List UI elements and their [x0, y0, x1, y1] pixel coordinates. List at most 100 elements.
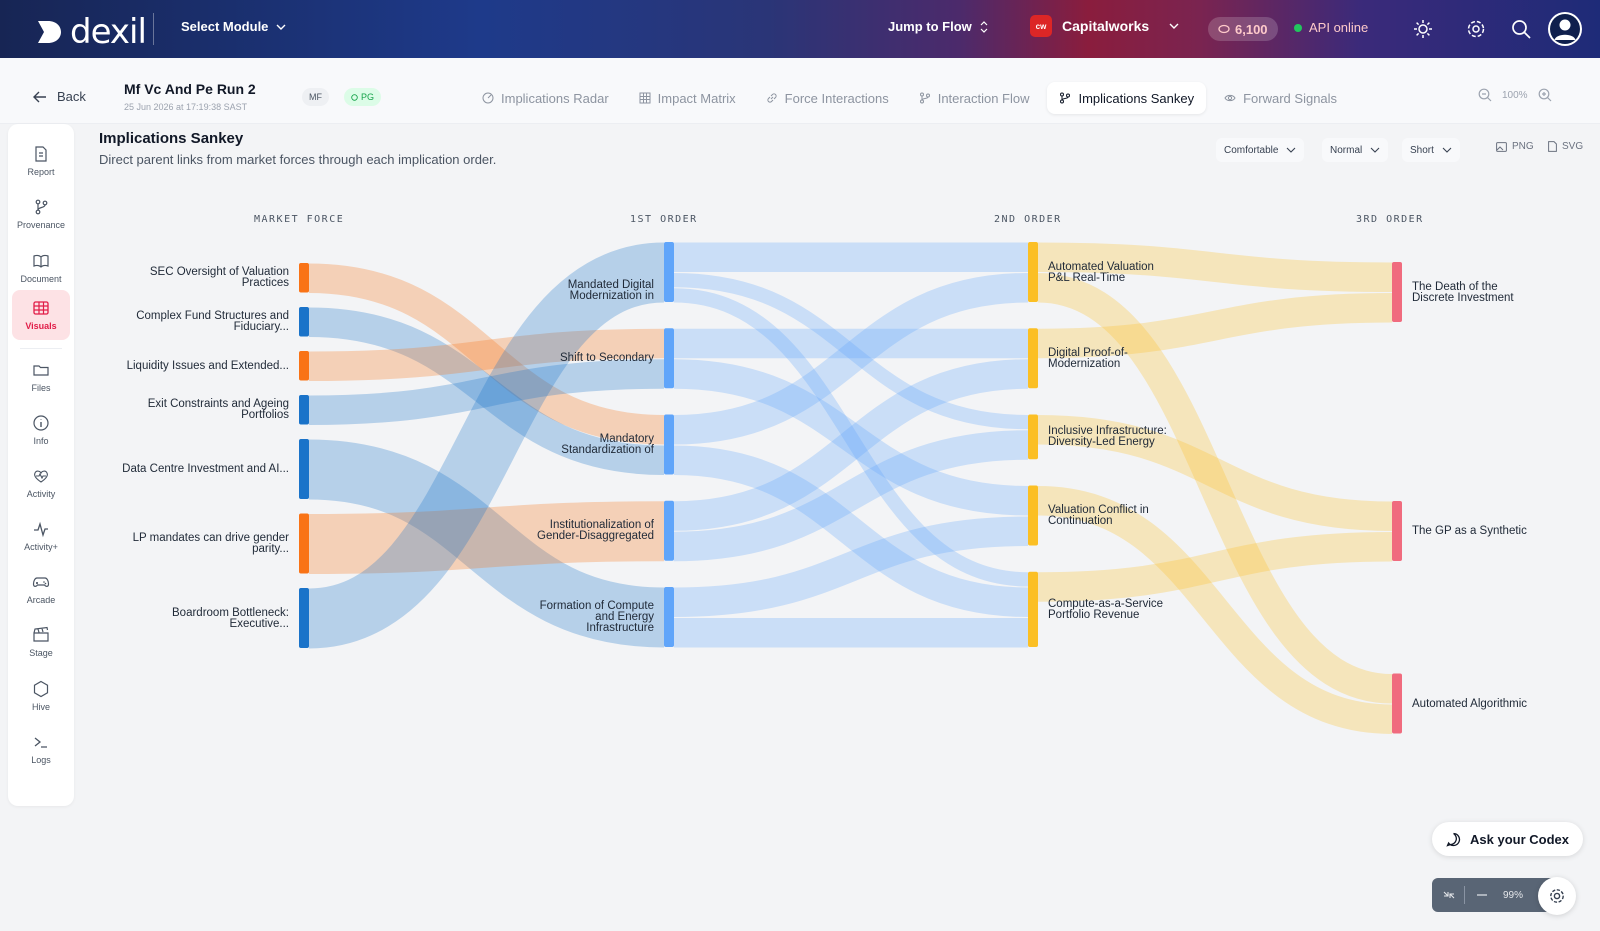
jump-to-flow-label: Jump to Flow: [888, 19, 972, 34]
sankey-node-s1[interactable]: [1028, 242, 1038, 302]
tab-implications-sankey[interactable]: Implications Sankey: [1047, 82, 1207, 114]
sidebar-item-activity[interactable]: Activity+: [12, 511, 70, 561]
sankey-node-m5[interactable]: [299, 439, 309, 499]
document-icon: [33, 254, 49, 268]
sidebar-item-provenance[interactable]: Provenance: [12, 189, 70, 239]
sankey-node-label-m4: Exit Constraints and Ageing Portfolios: [147, 398, 289, 422]
size-dropdown[interactable]: Normal: [1322, 138, 1389, 162]
sidebar-item-arcade[interactable]: Arcade: [12, 564, 70, 614]
sankey-node-f4[interactable]: [664, 500, 674, 561]
sidebar-item-hive[interactable]: Hive: [12, 671, 70, 721]
folder-icon: [33, 365, 49, 376]
fit-screen-icon[interactable]: [1434, 888, 1464, 902]
sankey-node-s2[interactable]: [1028, 328, 1038, 389]
export-svg-button[interactable]: SVG: [1548, 141, 1583, 152]
sidebar-item-label: Visuals: [25, 321, 57, 331]
label-length-dropdown[interactable]: Short: [1402, 138, 1460, 162]
column-header-1st-order: 1ST ORDER: [630, 214, 698, 225]
sankey-node-t3[interactable]: [1392, 673, 1402, 734]
sankey-node-m6[interactable]: [299, 513, 309, 574]
sankey-node-m2[interactable]: [299, 307, 309, 337]
sankey-node-m4[interactable]: [299, 395, 309, 425]
canvas-settings-button[interactable]: [1538, 877, 1576, 915]
run-title: Mf Vc And Pe Run 2: [124, 81, 256, 97]
sankey-node-f2[interactable]: [664, 328, 674, 389]
radar-icon: [482, 92, 494, 104]
tab-interaction-flow[interactable]: Interaction Flow: [907, 82, 1042, 114]
sankey-node-f5[interactable]: [664, 587, 674, 647]
zoom-out-icon[interactable]: [1478, 88, 1492, 102]
tab-label: Implications Sankey: [1078, 90, 1195, 106]
jump-to-flow-dropdown[interactable]: Jump to Flow: [888, 19, 988, 34]
tab-impact-matrix[interactable]: Impact Matrix: [627, 82, 748, 114]
tab-force-interactions[interactable]: Force Interactions: [754, 82, 901, 114]
sidebar-item-stage[interactable]: Stage: [12, 617, 70, 667]
sankey-link-f3-s1[interactable]: [673, 273, 1029, 445]
sankey-node-m7[interactable]: [299, 588, 309, 648]
sankey-node-f1[interactable]: [664, 242, 674, 302]
label-length-value: Short: [1410, 144, 1434, 156]
user-silhouette-icon: [1550, 14, 1580, 44]
density-dropdown[interactable]: Comfortable: [1216, 138, 1305, 162]
sankey-node-s5[interactable]: [1028, 571, 1038, 647]
sankey-node-t1[interactable]: [1392, 262, 1402, 322]
column-header-market-force: MARKET FORCE: [254, 214, 345, 225]
sankey-node-s4[interactable]: [1028, 485, 1038, 546]
sankey-link-f1-s5[interactable]: [673, 288, 1029, 587]
gear-icon[interactable]: [1465, 18, 1487, 40]
user-avatar[interactable]: [1548, 12, 1582, 46]
sankey-link-f4-s3[interactable]: [673, 430, 1029, 562]
clapper-icon: [33, 626, 49, 642]
tag-pg: PG: [344, 88, 382, 106]
sankey-link-f4-s2[interactable]: [673, 359, 1029, 531]
sankey-node-s3[interactable]: [1028, 414, 1038, 460]
sidebar-divider: [20, 348, 62, 349]
sankey-node-t2[interactable]: [1392, 501, 1402, 561]
sidebar-item-logs[interactable]: Logs: [12, 724, 70, 774]
sun-icon[interactable]: [1412, 18, 1434, 40]
dexil-logo[interactable]: dexil: [34, 12, 147, 52]
sankey-node-label-s5: Compute-as-a-Service Portfolio Revenue: [1048, 597, 1164, 621]
tab-forward-signals[interactable]: Forward Signals: [1212, 82, 1349, 114]
coins-icon: [1218, 24, 1230, 34]
sankey-node-m3[interactable]: [299, 351, 309, 381]
api-status-label: API online: [1309, 20, 1369, 35]
sankey-link-f2-s4[interactable]: [673, 359, 1029, 516]
credits-badge[interactable]: 6,100: [1208, 17, 1278, 41]
sankey-link-s2-t1[interactable]: [1037, 293, 1393, 359]
sidebar-item-activity[interactable]: Activity: [12, 458, 70, 508]
back-label: Back: [57, 89, 86, 104]
sankey-node-label-m5: Data Centre Investment and AI...: [122, 463, 289, 475]
sankey-link-s5-t2[interactable]: [1037, 532, 1393, 602]
density-value: Comfortable: [1224, 144, 1279, 156]
sidebar-item-label: Stage: [29, 648, 53, 658]
sidebar-item-label: Info: [33, 436, 49, 446]
ask-codex-button[interactable]: Ask your Codex: [1432, 822, 1583, 856]
tab-label: Impact Matrix: [657, 90, 736, 106]
sankey-node-label-f1: Mandated Digital Modernization in: [567, 279, 654, 302]
sidebar-item-document[interactable]: Document: [12, 243, 70, 293]
organisation-switcher[interactable]: cw Capitalworks: [1030, 15, 1179, 37]
sankey-link-f3-s5[interactable]: [673, 445, 1029, 617]
search-icon[interactable]: [1510, 18, 1532, 40]
sidebar-item-visuals[interactable]: Visuals: [12, 290, 70, 340]
sankey-link-f1-s3[interactable]: [673, 273, 1029, 430]
sidebar-item-label: Logs: [31, 755, 51, 765]
sankey-link-f5-s4[interactable]: [673, 516, 1029, 617]
sidebar-item-info[interactable]: Info: [12, 405, 70, 455]
back-button[interactable]: Back: [33, 89, 86, 104]
zoom-out-icon[interactable]: [1465, 888, 1499, 902]
zoom-in-icon[interactable]: [1538, 88, 1552, 102]
sidebar-item-files[interactable]: Files: [12, 352, 70, 402]
sankey-node-f3[interactable]: [664, 414, 674, 475]
sankey-node-m1[interactable]: [299, 263, 309, 293]
visual-tabs: Implications Radar Impact Matrix Force Int…: [470, 82, 1349, 114]
select-module-dropdown[interactable]: Select Module: [181, 19, 286, 34]
sankey-link-m4-f2[interactable]: [308, 359, 665, 425]
sidebar-item-report[interactable]: Report: [12, 136, 70, 186]
sankey-link-m5-f5[interactable]: [308, 439, 665, 648]
tab-implications-radar[interactable]: Implications Radar: [470, 82, 621, 114]
top-navigation-bar: dexil Select Module Jump to Flow cw Capi…: [0, 0, 1600, 58]
api-status: API online: [1294, 20, 1368, 35]
export-png-button[interactable]: PNG: [1496, 141, 1534, 152]
